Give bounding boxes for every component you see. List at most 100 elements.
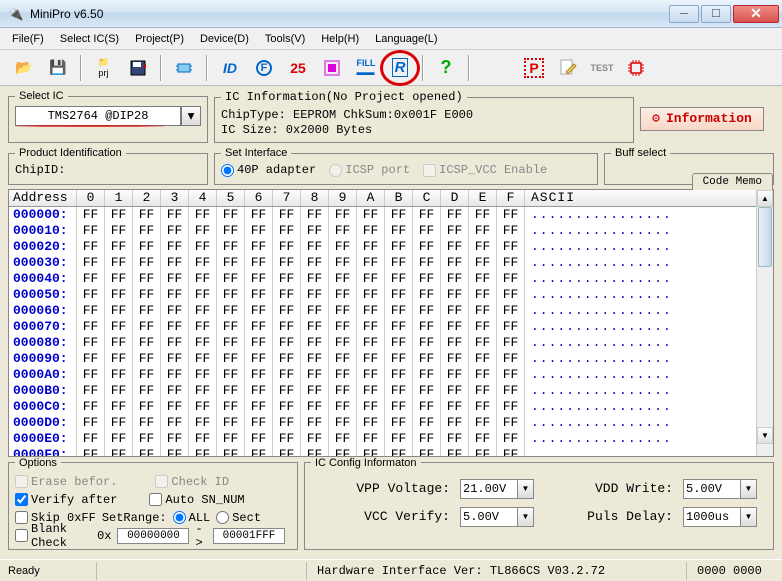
hex-row[interactable]: 000050:FFFFFFFFFFFFFFFFFFFFFFFFFFFFFFFF.… <box>9 287 756 303</box>
puls-dropdown[interactable]: ▼ <box>741 507 757 527</box>
hex-byte[interactable]: FF <box>441 255 469 271</box>
open-project-icon[interactable]: 📁prj <box>88 54 120 82</box>
hex-byte[interactable]: FF <box>189 223 217 239</box>
hex-byte[interactable]: FF <box>413 239 441 255</box>
hex-byte[interactable]: FF <box>273 303 301 319</box>
hex-byte[interactable]: FF <box>189 383 217 399</box>
hex-byte[interactable]: FF <box>497 415 525 431</box>
hex-byte[interactable]: FF <box>133 207 161 223</box>
hex-byte[interactable]: FF <box>357 319 385 335</box>
hex-byte[interactable]: FF <box>357 239 385 255</box>
hex-byte[interactable]: FF <box>441 271 469 287</box>
hex-col-b[interactable]: B <box>385 190 413 206</box>
hex-byte[interactable]: FF <box>329 303 357 319</box>
hex-byte[interactable]: FF <box>273 447 301 456</box>
hex-byte[interactable]: FF <box>105 207 133 223</box>
hex-byte[interactable]: FF <box>357 351 385 367</box>
menu-language[interactable]: Language(L) <box>371 31 441 47</box>
hex-byte[interactable]: FF <box>133 303 161 319</box>
hex-byte[interactable]: FF <box>469 383 497 399</box>
hex-col-3[interactable]: 3 <box>161 190 189 206</box>
hex-byte[interactable]: FF <box>105 383 133 399</box>
hex-byte[interactable]: FF <box>77 303 105 319</box>
hex-row[interactable]: 0000A0:FFFFFFFFFFFFFFFFFFFFFFFFFFFFFFFF.… <box>9 367 756 383</box>
hex-col-4[interactable]: 4 <box>189 190 217 206</box>
hex-byte[interactable]: FF <box>385 383 413 399</box>
hex-byte[interactable]: FF <box>189 335 217 351</box>
hex-byte[interactable]: FF <box>357 367 385 383</box>
hex-byte[interactable]: FF <box>161 207 189 223</box>
hex-byte[interactable]: FF <box>161 351 189 367</box>
vpp-voltage-input[interactable] <box>460 479 518 499</box>
hex-byte[interactable]: FF <box>469 303 497 319</box>
hex-byte[interactable]: FF <box>245 207 273 223</box>
hex-byte[interactable]: FF <box>385 287 413 303</box>
hex-byte[interactable]: FF <box>441 399 469 415</box>
hex-byte[interactable]: FF <box>497 223 525 239</box>
hex-byte[interactable]: FF <box>469 319 497 335</box>
hex-row[interactable]: 000010:FFFFFFFFFFFFFFFFFFFFFFFFFFFFFFFF.… <box>9 223 756 239</box>
hex-byte[interactable]: FF <box>441 383 469 399</box>
check-blank-check[interactable] <box>15 529 28 542</box>
hex-byte[interactable]: FF <box>329 383 357 399</box>
radio-range-all[interactable] <box>173 511 186 524</box>
hex-byte[interactable]: FF <box>497 335 525 351</box>
scroll-thumb[interactable] <box>758 207 772 267</box>
hex-byte[interactable]: FF <box>273 319 301 335</box>
program-25-icon[interactable]: 25 <box>282 54 314 82</box>
hex-byte[interactable]: FF <box>497 271 525 287</box>
hex-byte[interactable]: FF <box>357 207 385 223</box>
vdd-write-input[interactable] <box>683 479 741 499</box>
hex-byte[interactable]: FF <box>217 255 245 271</box>
hex-byte[interactable]: FF <box>217 335 245 351</box>
hex-byte[interactable]: FF <box>161 367 189 383</box>
radio-range-sect[interactable] <box>216 511 229 524</box>
hex-byte[interactable]: FF <box>497 367 525 383</box>
hex-byte[interactable]: FF <box>329 207 357 223</box>
hex-byte[interactable]: FF <box>413 415 441 431</box>
hex-row[interactable]: 000090:FFFFFFFFFFFFFFFFFFFFFFFFFFFFFFFF.… <box>9 351 756 367</box>
hex-byte[interactable]: FF <box>161 383 189 399</box>
hex-byte[interactable]: FF <box>77 207 105 223</box>
save-icon[interactable]: 💾 <box>42 54 74 82</box>
menu-tools[interactable]: Tools(V) <box>261 31 309 47</box>
hex-byte[interactable]: FF <box>133 271 161 287</box>
hex-byte[interactable]: FF <box>105 351 133 367</box>
hex-byte[interactable]: FF <box>133 431 161 447</box>
hex-byte[interactable]: FF <box>357 447 385 456</box>
hex-byte[interactable]: FF <box>77 383 105 399</box>
close-button[interactable]: ✕ <box>733 5 779 23</box>
hex-byte[interactable]: FF <box>245 223 273 239</box>
hex-byte[interactable]: FF <box>77 367 105 383</box>
hex-byte[interactable]: FF <box>469 399 497 415</box>
hex-byte[interactable]: FF <box>385 271 413 287</box>
hex-byte[interactable]: FF <box>245 287 273 303</box>
radio-40p-adapter[interactable] <box>221 164 234 177</box>
hex-byte[interactable]: FF <box>357 383 385 399</box>
hex-byte[interactable]: FF <box>77 431 105 447</box>
hex-byte[interactable]: FF <box>441 239 469 255</box>
menu-file[interactable]: File(F) <box>8 31 48 47</box>
hex-byte[interactable]: FF <box>217 223 245 239</box>
hex-byte[interactable]: FF <box>441 351 469 367</box>
hex-byte[interactable]: FF <box>329 223 357 239</box>
hex-byte[interactable]: FF <box>161 431 189 447</box>
hex-byte[interactable]: FF <box>497 239 525 255</box>
hex-byte[interactable]: FF <box>357 287 385 303</box>
hex-byte[interactable]: FF <box>329 319 357 335</box>
hex-row[interactable]: 000080:FFFFFFFFFFFFFFFFFFFFFFFFFFFFFFFF.… <box>9 335 756 351</box>
hex-byte[interactable]: FF <box>245 415 273 431</box>
menu-device[interactable]: Device(D) <box>196 31 253 47</box>
hex-byte[interactable]: FF <box>189 399 217 415</box>
hex-byte[interactable]: FF <box>329 367 357 383</box>
hex-byte[interactable]: FF <box>161 239 189 255</box>
hex-byte[interactable]: FF <box>217 239 245 255</box>
hex-byte[interactable]: FF <box>385 255 413 271</box>
hex-byte[interactable]: FF <box>329 351 357 367</box>
hex-byte[interactable]: FF <box>245 239 273 255</box>
hex-byte[interactable]: FF <box>469 223 497 239</box>
hex-byte[interactable]: FF <box>413 303 441 319</box>
hex-col-2[interactable]: 2 <box>133 190 161 206</box>
hex-byte[interactable]: FF <box>413 447 441 456</box>
hex-byte[interactable]: FF <box>385 415 413 431</box>
